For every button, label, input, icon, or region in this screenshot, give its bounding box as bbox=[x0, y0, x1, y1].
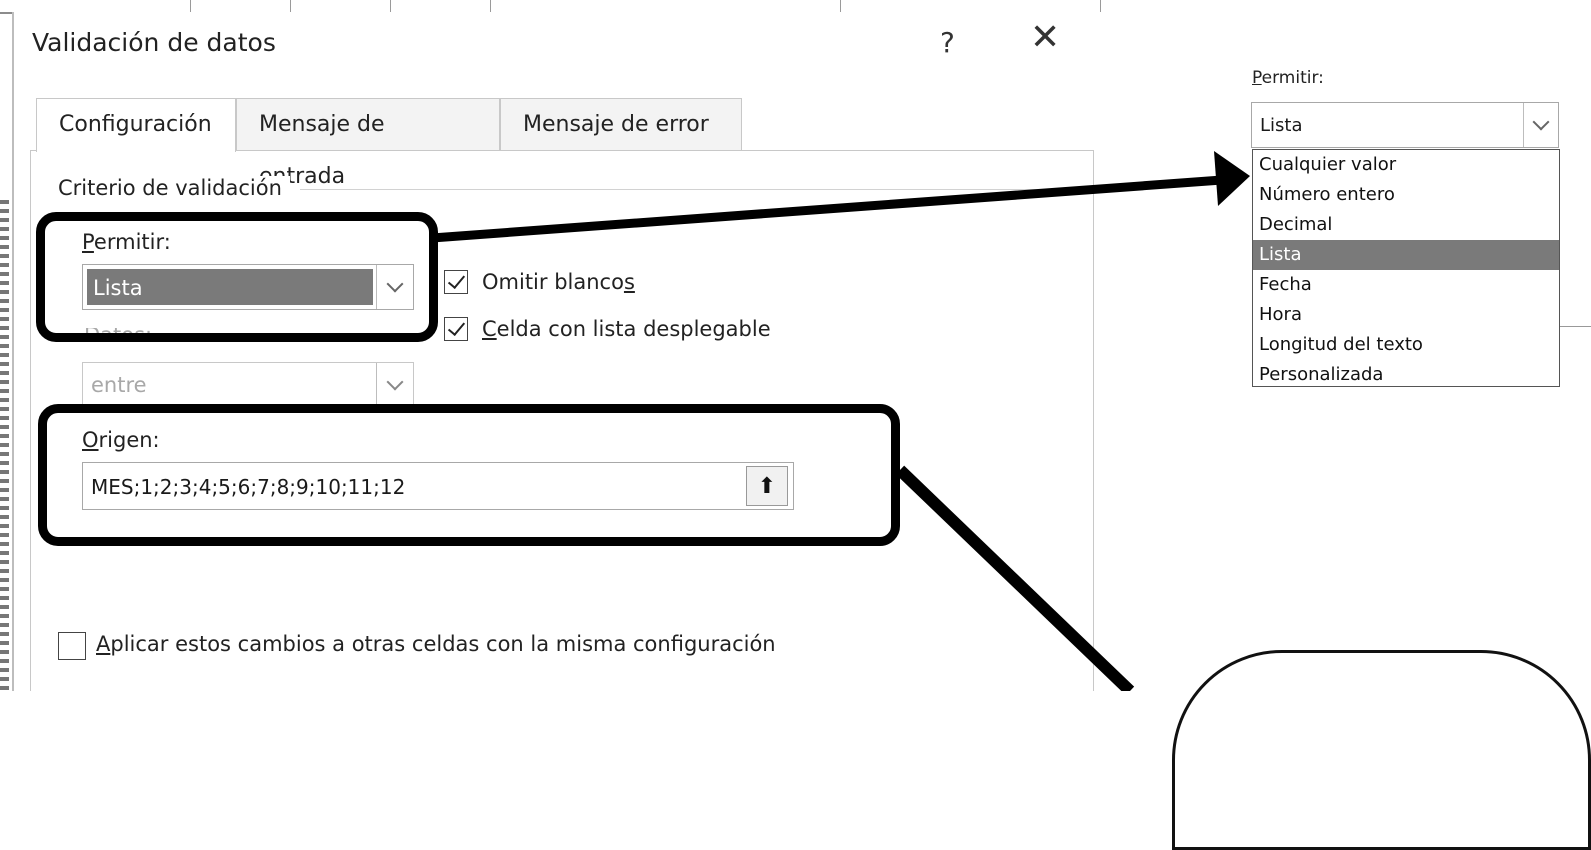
popout-allow-label-text: ermitir: bbox=[1261, 68, 1324, 88]
option-time[interactable]: Hora bbox=[1253, 300, 1559, 330]
option-date[interactable]: Fecha bbox=[1253, 270, 1559, 300]
option-text-length[interactable]: Longitud del texto bbox=[1253, 330, 1559, 360]
chevron-down-icon[interactable] bbox=[1523, 103, 1558, 147]
popout-allow-label: Permitir: bbox=[1252, 68, 1324, 88]
speech-bubble bbox=[1172, 650, 1591, 850]
popout-allow-value: Lista bbox=[1260, 115, 1303, 136]
option-decimal[interactable]: Decimal bbox=[1253, 210, 1559, 240]
popout-allow-dropdown[interactable]: Lista bbox=[1251, 102, 1559, 148]
arrow-head-icon bbox=[1214, 151, 1250, 206]
arrow-to-bubble-line bbox=[895, 465, 1135, 691]
tab-settings[interactable]: Configuración bbox=[36, 98, 236, 152]
option-any-value[interactable]: Cualquier valor bbox=[1253, 150, 1559, 180]
option-whole-number[interactable]: Número entero bbox=[1253, 180, 1559, 210]
arrow-to-list-line bbox=[431, 175, 1223, 243]
popout-options-list: Cualquier valor Número entero Decimal Li… bbox=[1252, 149, 1560, 387]
popout-allow-accesskey: P bbox=[1252, 68, 1262, 88]
option-list[interactable]: Lista bbox=[1253, 240, 1559, 270]
popout-side-divider bbox=[1560, 326, 1591, 327]
option-custom[interactable]: Personalizada bbox=[1253, 360, 1559, 390]
